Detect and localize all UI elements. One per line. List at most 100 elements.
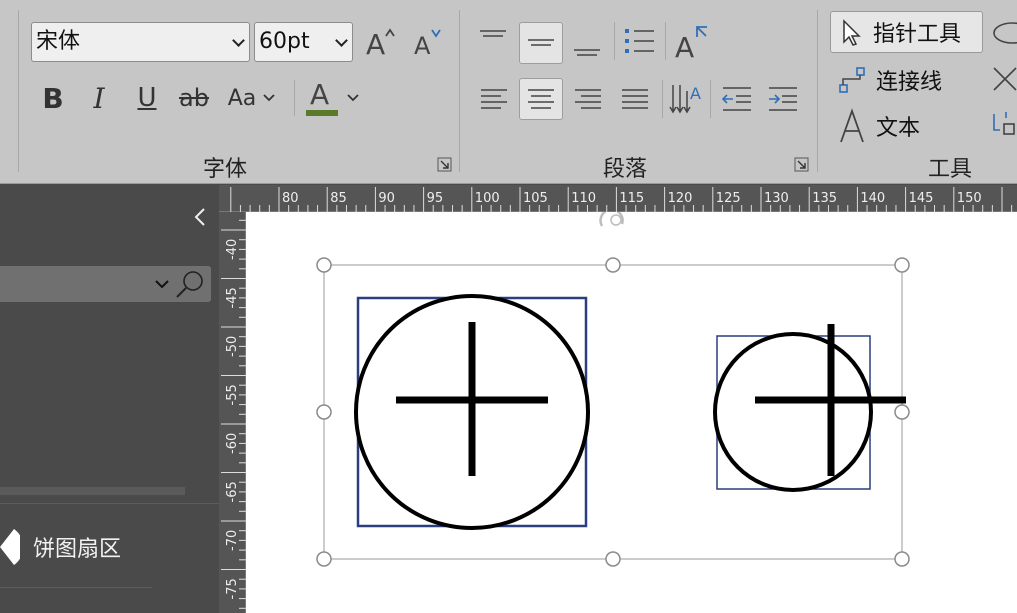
circle-plus-shape-small[interactable]: [713, 324, 906, 492]
decrease-font-icon: A: [414, 29, 441, 60]
drawing-canvas[interactable]: [246, 212, 1017, 613]
increase-indent-icon: [769, 87, 797, 111]
paragraph-group-label: 段落: [602, 157, 647, 182]
circle-outline: [713, 332, 873, 492]
line-spacing-button[interactable]: A: [666, 78, 706, 120]
divider: [614, 22, 615, 60]
search-icon[interactable]: [174, 269, 206, 301]
ruler-label: 120: [668, 191, 693, 206]
shapes-panel: 饼图扇区: [0, 185, 219, 613]
strikethrough-label: ab: [179, 84, 209, 112]
drawing-surface[interactable]: [246, 212, 1017, 613]
pointer-tool-button[interactable]: 指针工具: [830, 11, 983, 53]
ruler-label: -75: [225, 578, 240, 599]
align-center-button[interactable]: [519, 78, 563, 120]
text-tool-label: 文本: [876, 116, 921, 141]
ruler-label: 100: [475, 191, 500, 206]
text-direction-button[interactable]: A: [672, 22, 712, 62]
align-center-icon: [528, 89, 554, 109]
align-middle-button[interactable]: [519, 22, 563, 64]
circle-plus-shape-large[interactable]: [354, 294, 590, 530]
increase-indent-button[interactable]: [762, 78, 804, 120]
connector-tool-label: 连接线: [876, 70, 943, 95]
change-case-label: Aa: [227, 85, 257, 111]
ruler-label: 115: [619, 191, 644, 206]
ruler-label: 80: [282, 191, 299, 206]
connector-tool-button[interactable]: 连接线: [838, 60, 942, 100]
ruler-label: 125: [716, 191, 741, 206]
divider: [0, 587, 152, 588]
text-tool-icon: [840, 108, 864, 143]
collapse-panel-icon[interactable]: [192, 207, 208, 227]
connection-point-icon: [993, 112, 1015, 135]
chevron-down-icon[interactable]: [154, 279, 170, 291]
font-name-combo[interactable]: 宋体: [31, 22, 250, 62]
ruler-label: -40: [225, 239, 240, 260]
align-bottom-button[interactable]: [566, 28, 608, 64]
ribbon: 宋体 60pt A A B I U ab Aa A 字体 A A 段落 指针工具…: [0, 0, 1017, 184]
text-direction-icon: A: [675, 26, 707, 61]
align-right-button[interactable]: [566, 78, 610, 120]
ruler-label: 110: [571, 191, 596, 206]
vertical-ruler[interactable]: -40 -45 -50 -55 -60 -65 -70 -75: [219, 212, 246, 613]
italic-button[interactable]: I: [84, 80, 114, 116]
connection-point-tool-button[interactable]: [990, 106, 1017, 140]
ruler-label: -70: [225, 530, 240, 551]
ruler-label: 90: [378, 191, 395, 206]
divider: [665, 22, 666, 60]
strikethrough-button[interactable]: ab: [176, 80, 212, 116]
ruler-label: -60: [225, 433, 240, 454]
rotate-handle-icon[interactable]: [599, 212, 624, 227]
ruler-label: 105: [523, 191, 548, 206]
increase-font-button[interactable]: A: [362, 24, 398, 60]
divider: [710, 80, 711, 118]
text-tool-button[interactable]: 文本: [838, 106, 920, 146]
line-tool-button[interactable]: [990, 62, 1017, 96]
ellipse-tool-button[interactable]: [990, 18, 1017, 48]
scroll-track[interactable]: [0, 487, 185, 495]
divider: [294, 80, 295, 116]
font-color-icon: A: [304, 78, 338, 118]
bold-button[interactable]: B: [38, 80, 68, 116]
ruler-label: 85: [330, 191, 347, 206]
ellipse-icon: [993, 22, 1017, 44]
font-size-value: 60pt: [259, 29, 310, 54]
font-dialog-launcher-icon[interactable]: [437, 157, 452, 172]
svg-text:A: A: [366, 28, 385, 60]
decrease-indent-button[interactable]: [716, 78, 758, 120]
chevron-down-icon[interactable]: [335, 34, 348, 47]
ruler-ticks: -40 -45 -50 -55 -60 -65 -70 -75: [221, 219, 246, 609]
underline-button[interactable]: U: [132, 80, 162, 116]
underline-label: U: [137, 83, 157, 113]
shape-item-pie-sector[interactable]: 饼图扇区: [0, 523, 219, 567]
ruler-label: -50: [225, 336, 240, 357]
align-left-icon: [481, 89, 507, 109]
paragraph-dialog-launcher-icon[interactable]: [794, 157, 809, 172]
chevron-down-icon: [347, 94, 359, 102]
align-middle-icon: [528, 39, 554, 46]
svg-text:A: A: [675, 31, 694, 61]
bullets-button[interactable]: [620, 22, 658, 60]
align-top-button[interactable]: [472, 20, 514, 56]
horizontal-ruler[interactable]: 80 85 90 95 100 105 110 115 120 125 130 135 140 145 15…: [219, 185, 1017, 212]
ruler-label: -65: [225, 481, 240, 502]
divider: [662, 80, 663, 118]
align-top-icon: [480, 30, 506, 37]
font-color-button[interactable]: A: [302, 78, 362, 118]
italic-label: I: [93, 81, 105, 115]
font-size-combo[interactable]: 60pt: [254, 22, 353, 62]
ruler-label: -45: [225, 287, 240, 308]
align-left-button[interactable]: [472, 78, 516, 120]
chevron-down-icon[interactable]: [232, 34, 245, 47]
ruler-label: 130: [764, 191, 789, 206]
decrease-font-button[interactable]: A: [410, 24, 446, 60]
bullet-list-icon: [625, 29, 654, 53]
justify-button[interactable]: [613, 78, 657, 120]
pointer-tool-label: 指针工具: [873, 22, 962, 47]
ruler-label: 140: [860, 191, 885, 206]
shape-search-input[interactable]: [0, 266, 211, 302]
tools-group-label: 工具: [927, 157, 972, 182]
connector-icon: [839, 67, 865, 93]
ruler-label: 145: [909, 191, 934, 206]
change-case-button[interactable]: Aa: [224, 80, 280, 116]
